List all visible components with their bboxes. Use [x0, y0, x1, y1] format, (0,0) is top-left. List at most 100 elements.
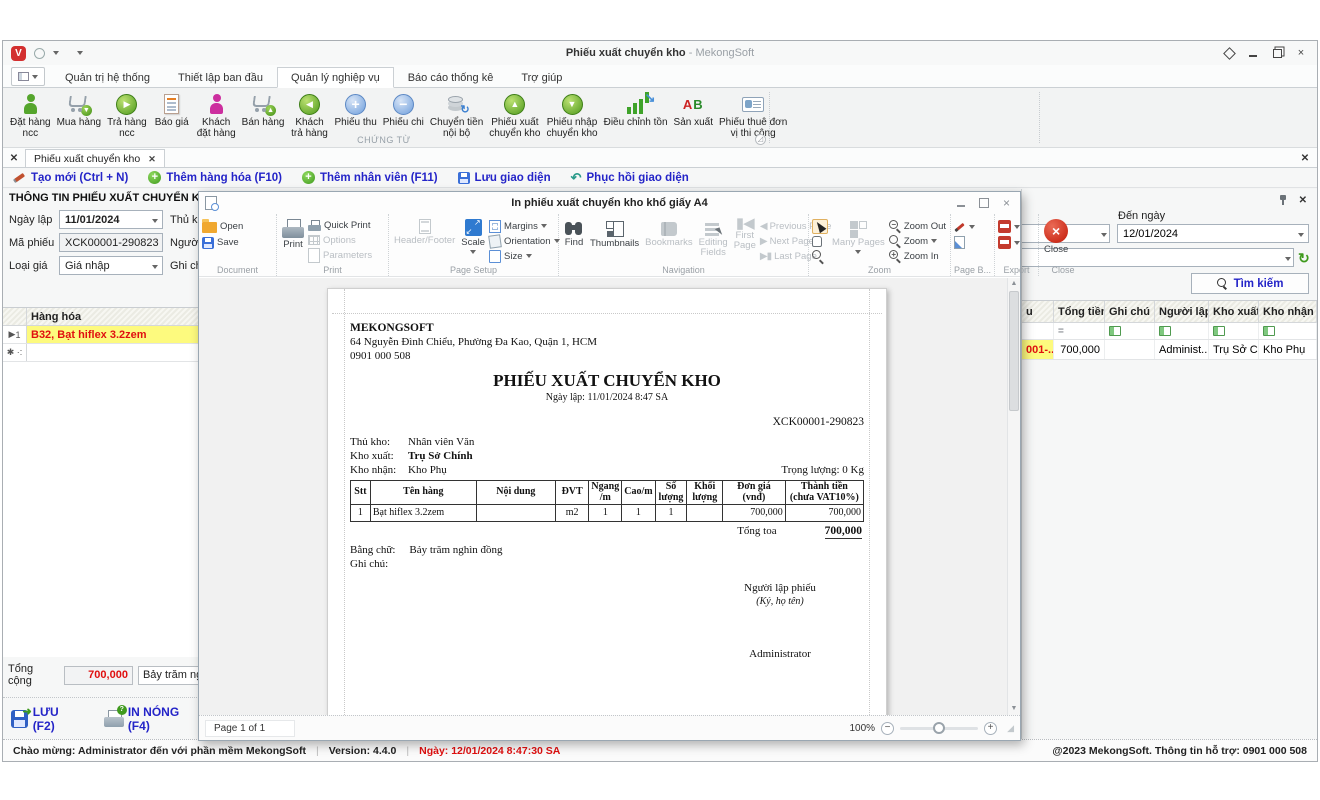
close-icon[interactable]: ✕: [1293, 153, 1317, 167]
tab-thiet-lap-ban-dau[interactable]: Thiết lập ban đầu: [164, 67, 277, 88]
chevron-down-icon[interactable]: [1282, 252, 1293, 264]
export-pdf-button[interactable]: [998, 219, 1020, 234]
close-button[interactable]: ×: [1003, 197, 1010, 209]
save-button[interactable]: ➜LƯU (F2): [11, 705, 80, 733]
tab-phieu-xuat-chuyen-kho[interactable]: Phiếu xuất chuyển kho✕: [25, 149, 165, 167]
create-new-button[interactable]: Tạo mới (Ctrl + N): [13, 171, 128, 184]
zoom-out-button[interactable]: −: [881, 722, 894, 735]
preview-area[interactable]: MEKONGSOFT 64 Nguyễn Đình Chiểu, Phường …: [199, 278, 1020, 715]
close-preview-button[interactable]: ×Close: [1042, 217, 1070, 263]
size-button[interactable]: Size: [489, 249, 559, 263]
filter-equals-icon[interactable]: =: [1054, 323, 1105, 339]
chevron-down-icon[interactable]: [1295, 228, 1306, 240]
cell-note[interactable]: [1105, 340, 1155, 359]
scrollbar-thumb[interactable]: [1009, 291, 1019, 411]
minimize-button[interactable]: [957, 197, 965, 209]
filter-text-icon[interactable]: [1259, 323, 1317, 339]
find-button[interactable]: Find: [562, 217, 586, 263]
send-pdf-button[interactable]: [998, 235, 1020, 250]
customize-toolbar-icon[interactable]: [77, 51, 83, 55]
ribbon-button-phieu-chi[interactable]: −Phiếu chi: [380, 90, 427, 129]
minimize-button[interactable]: [1247, 47, 1259, 59]
column-header-hang-hoa[interactable]: Hàng hóa: [27, 308, 199, 325]
ribbon-button-dieu-chinh-ton[interactable]: ↘Điều chỉnh tồn: [601, 90, 671, 129]
open-button[interactable]: Open: [202, 219, 243, 234]
margins-button[interactable]: Margins: [489, 219, 559, 233]
print-button[interactable]: Print: [280, 217, 306, 263]
cell-warehouse-in[interactable]: Kho Phụ: [1259, 340, 1317, 359]
result-row[interactable]: 001-... 700,000 Administ... Trụ Sở C... …: [1022, 340, 1317, 360]
tab-quan-ly-nghiep-vu[interactable]: Quản lý nghiệp vụ: [277, 67, 394, 88]
restore-layout-button[interactable]: ↶Phục hồi giao diện: [571, 170, 689, 186]
page-color-button[interactable]: [954, 235, 975, 250]
voucher-code-field[interactable]: XCK00001-290823: [59, 233, 163, 252]
ribbon-button-dat-hang-ncc[interactable]: Đặt hàng ncc: [7, 90, 54, 140]
zoom-slider-knob[interactable]: [933, 722, 945, 734]
ribbon-button-chuyen-tien-noi-bo[interactable]: ↻Chuyển tiền nội bộ: [427, 90, 486, 140]
app-menu-button[interactable]: [11, 67, 45, 86]
column-header-kho-nhan[interactable]: Kho nhận: [1259, 301, 1317, 322]
ribbon-button-bao-gia[interactable]: Báo giá: [150, 90, 194, 129]
pin-icon[interactable]: [1279, 194, 1287, 206]
dialog-title-bar[interactable]: In phiếu xuất chuyển kho khổ giấy A4 ×: [199, 192, 1020, 214]
document-page[interactable]: MEKONGSOFT 64 Nguyễn Đình Chiểu, Phường …: [327, 288, 887, 715]
chevron-down-icon[interactable]: [149, 214, 160, 226]
close-all-tabs-icon[interactable]: ✕: [3, 153, 25, 167]
orientation-button[interactable]: Orientation: [489, 234, 559, 248]
cell-warehouse-out[interactable]: Trụ Sở C...: [1209, 340, 1259, 359]
ribbon-button-san-xuat[interactable]: ABSản xuất: [671, 90, 716, 129]
save-layout-button[interactable]: Lưu giao diện: [458, 172, 551, 184]
grid-cell-empty[interactable]: [27, 344, 199, 361]
chevron-down-icon[interactable]: [149, 260, 160, 272]
group-dialog-launcher-icon[interactable]: ◿: [755, 134, 766, 145]
tab-quan-tri-he-thong[interactable]: Quản trị hệ thống: [51, 67, 164, 88]
grid-row-1[interactable]: ▶ 1 B32, Bạt hiflex 3.2zem: [3, 326, 199, 344]
grid-row-new[interactable]: ✱ ·:: [3, 344, 199, 362]
cell-total[interactable]: 700,000: [1054, 340, 1105, 359]
zoom-button[interactable]: Zoom: [889, 234, 946, 248]
expand-icon[interactable]: [1223, 47, 1235, 59]
to-date-combobox[interactable]: 12/01/2024: [1117, 224, 1309, 243]
maximize-button[interactable]: [979, 197, 989, 209]
chevron-down-icon[interactable]: [53, 51, 59, 55]
close-tab-icon[interactable]: ✕: [148, 154, 156, 165]
quick-print-button[interactable]: Quick Print: [308, 219, 372, 233]
thumbnails-button[interactable]: Thumbnails: [588, 217, 641, 263]
grid-cell-item[interactable]: B32, Bạt hiflex 3.2zem: [27, 326, 199, 343]
ribbon-button-ban-hang[interactable]: ▲Bán hàng: [239, 90, 288, 129]
hand-tool-button[interactable]: [812, 235, 828, 249]
ribbon-button-khach-tra-hang[interactable]: ◀Khách trả hàng: [288, 90, 332, 140]
resize-grip-icon[interactable]: ◢: [1007, 723, 1014, 734]
restore-button[interactable]: [1271, 47, 1283, 59]
ribbon-button-tra-hang-ncc[interactable]: ▶Trả hàng ncc: [104, 90, 150, 140]
filter-cell[interactable]: [1022, 323, 1054, 339]
pointer-tool-button[interactable]: [812, 219, 828, 234]
add-item-button[interactable]: +Thêm hàng hóa (F10): [148, 171, 282, 184]
column-header-nguoi-lap[interactable]: Người lập: [1155, 301, 1209, 322]
ribbon-button-phieu-thue-don-vi-thi-cong[interactable]: Phiếu thuê đơn vị thi công: [716, 90, 790, 140]
refresh-icon[interactable]: ↻: [1298, 251, 1310, 265]
column-header-kho-xuat[interactable]: Kho xuất: [1209, 301, 1259, 322]
filter-text-icon[interactable]: [1155, 323, 1209, 339]
cell-creator[interactable]: Administ...: [1155, 340, 1209, 359]
search-button[interactable]: Tìm kiếm: [1191, 273, 1309, 294]
zoom-in-button[interactable]: +: [984, 722, 997, 735]
tab-tro-giup[interactable]: Trợ giúp: [507, 67, 576, 88]
zoom-in-button[interactable]: +Zoom In: [889, 249, 946, 263]
column-header-ghi-chu[interactable]: Ghi chú: [1105, 301, 1155, 322]
magnifier-tool-button[interactable]: [812, 250, 828, 264]
hot-print-button[interactable]: ?IN NÓNG (F4): [104, 705, 199, 733]
chevron-down-icon[interactable]: [1098, 228, 1109, 240]
ribbon-button-khach-dat-hang[interactable]: Khách đặt hàng: [194, 90, 239, 140]
filter-text-icon[interactable]: [1209, 323, 1259, 339]
quick-access-circle-button[interactable]: [34, 48, 45, 59]
column-header-tong-tien[interactable]: Tổng tiền: [1054, 301, 1105, 322]
date-created-combobox[interactable]: 11/01/2024: [59, 210, 163, 229]
column-header[interactable]: u: [1022, 301, 1054, 322]
ribbon-button-phieu-thu[interactable]: +Phiếu thu: [332, 90, 380, 129]
ribbon-button-phieu-nhap-chuyen-kho[interactable]: ▼Phiếu nhập chuyển kho: [543, 90, 600, 140]
filter-row[interactable]: =: [1022, 323, 1317, 340]
scale-button[interactable]: Scale: [459, 217, 487, 263]
ribbon-button-phieu-xuat-chuyen-kho[interactable]: ▲Phiếu xuất chuyển kho: [486, 90, 543, 140]
close-panel-icon[interactable]: ✕: [1299, 195, 1307, 206]
